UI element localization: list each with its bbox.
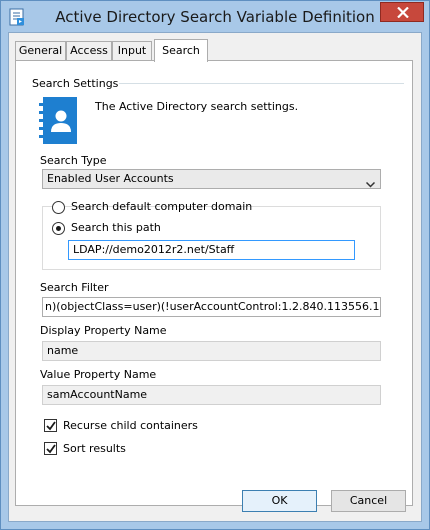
search-default-domain-label[interactable]: Search default computer domain (71, 200, 252, 213)
tab-search[interactable]: Search (154, 39, 208, 62)
chevron-down-icon (365, 176, 376, 194)
sort-results-checkbox[interactable] (44, 442, 57, 455)
ok-button[interactable]: OK (242, 490, 317, 512)
window-title: Active Directory Search Variable Definit… (55, 8, 375, 26)
search-filter-input[interactable]: n)(objectClass=user)(!userAccountControl… (42, 297, 381, 317)
search-settings-description: The Active Directory search settings. (95, 100, 299, 113)
section-divider (119, 83, 404, 84)
section-label-search-settings: Search Settings (32, 77, 119, 90)
dialog-window: Active Directory Search Variable Definit… (0, 0, 430, 530)
recurse-child-containers-label[interactable]: Recurse child containers (63, 419, 198, 432)
search-this-path-label[interactable]: Search this path (71, 221, 161, 234)
cancel-button[interactable]: Cancel (331, 490, 406, 512)
search-default-domain-radio[interactable] (52, 201, 65, 214)
ldap-path-input[interactable]: LDAP://demo2012r2.net/Staff (68, 240, 355, 260)
display-property-label: Display Property Name (40, 324, 167, 337)
search-this-path-radio[interactable] (52, 222, 65, 235)
sort-results-label[interactable]: Sort results (63, 442, 126, 455)
close-button[interactable] (380, 2, 424, 22)
tab-access[interactable]: Access (66, 41, 112, 60)
search-filter-label: Search Filter (40, 281, 109, 294)
recurse-child-containers-checkbox[interactable] (44, 419, 57, 432)
tab-input[interactable]: Input (112, 41, 152, 60)
search-type-value: Enabled User Accounts (47, 172, 174, 185)
dialog-client-area: General Access Input Search Search Setti… (8, 32, 422, 522)
search-type-select[interactable]: Enabled User Accounts (42, 169, 381, 189)
display-property-input[interactable]: name (42, 341, 381, 361)
search-type-label: Search Type (40, 154, 107, 167)
search-location-group (42, 206, 381, 270)
value-property-label: Value Property Name (40, 368, 157, 381)
value-property-input[interactable]: samAccountName (42, 385, 381, 405)
tab-general[interactable]: General (15, 41, 66, 60)
address-book-user-icon (39, 97, 78, 144)
title-bar[interactable]: Active Directory Search Variable Definit… (1, 1, 429, 33)
